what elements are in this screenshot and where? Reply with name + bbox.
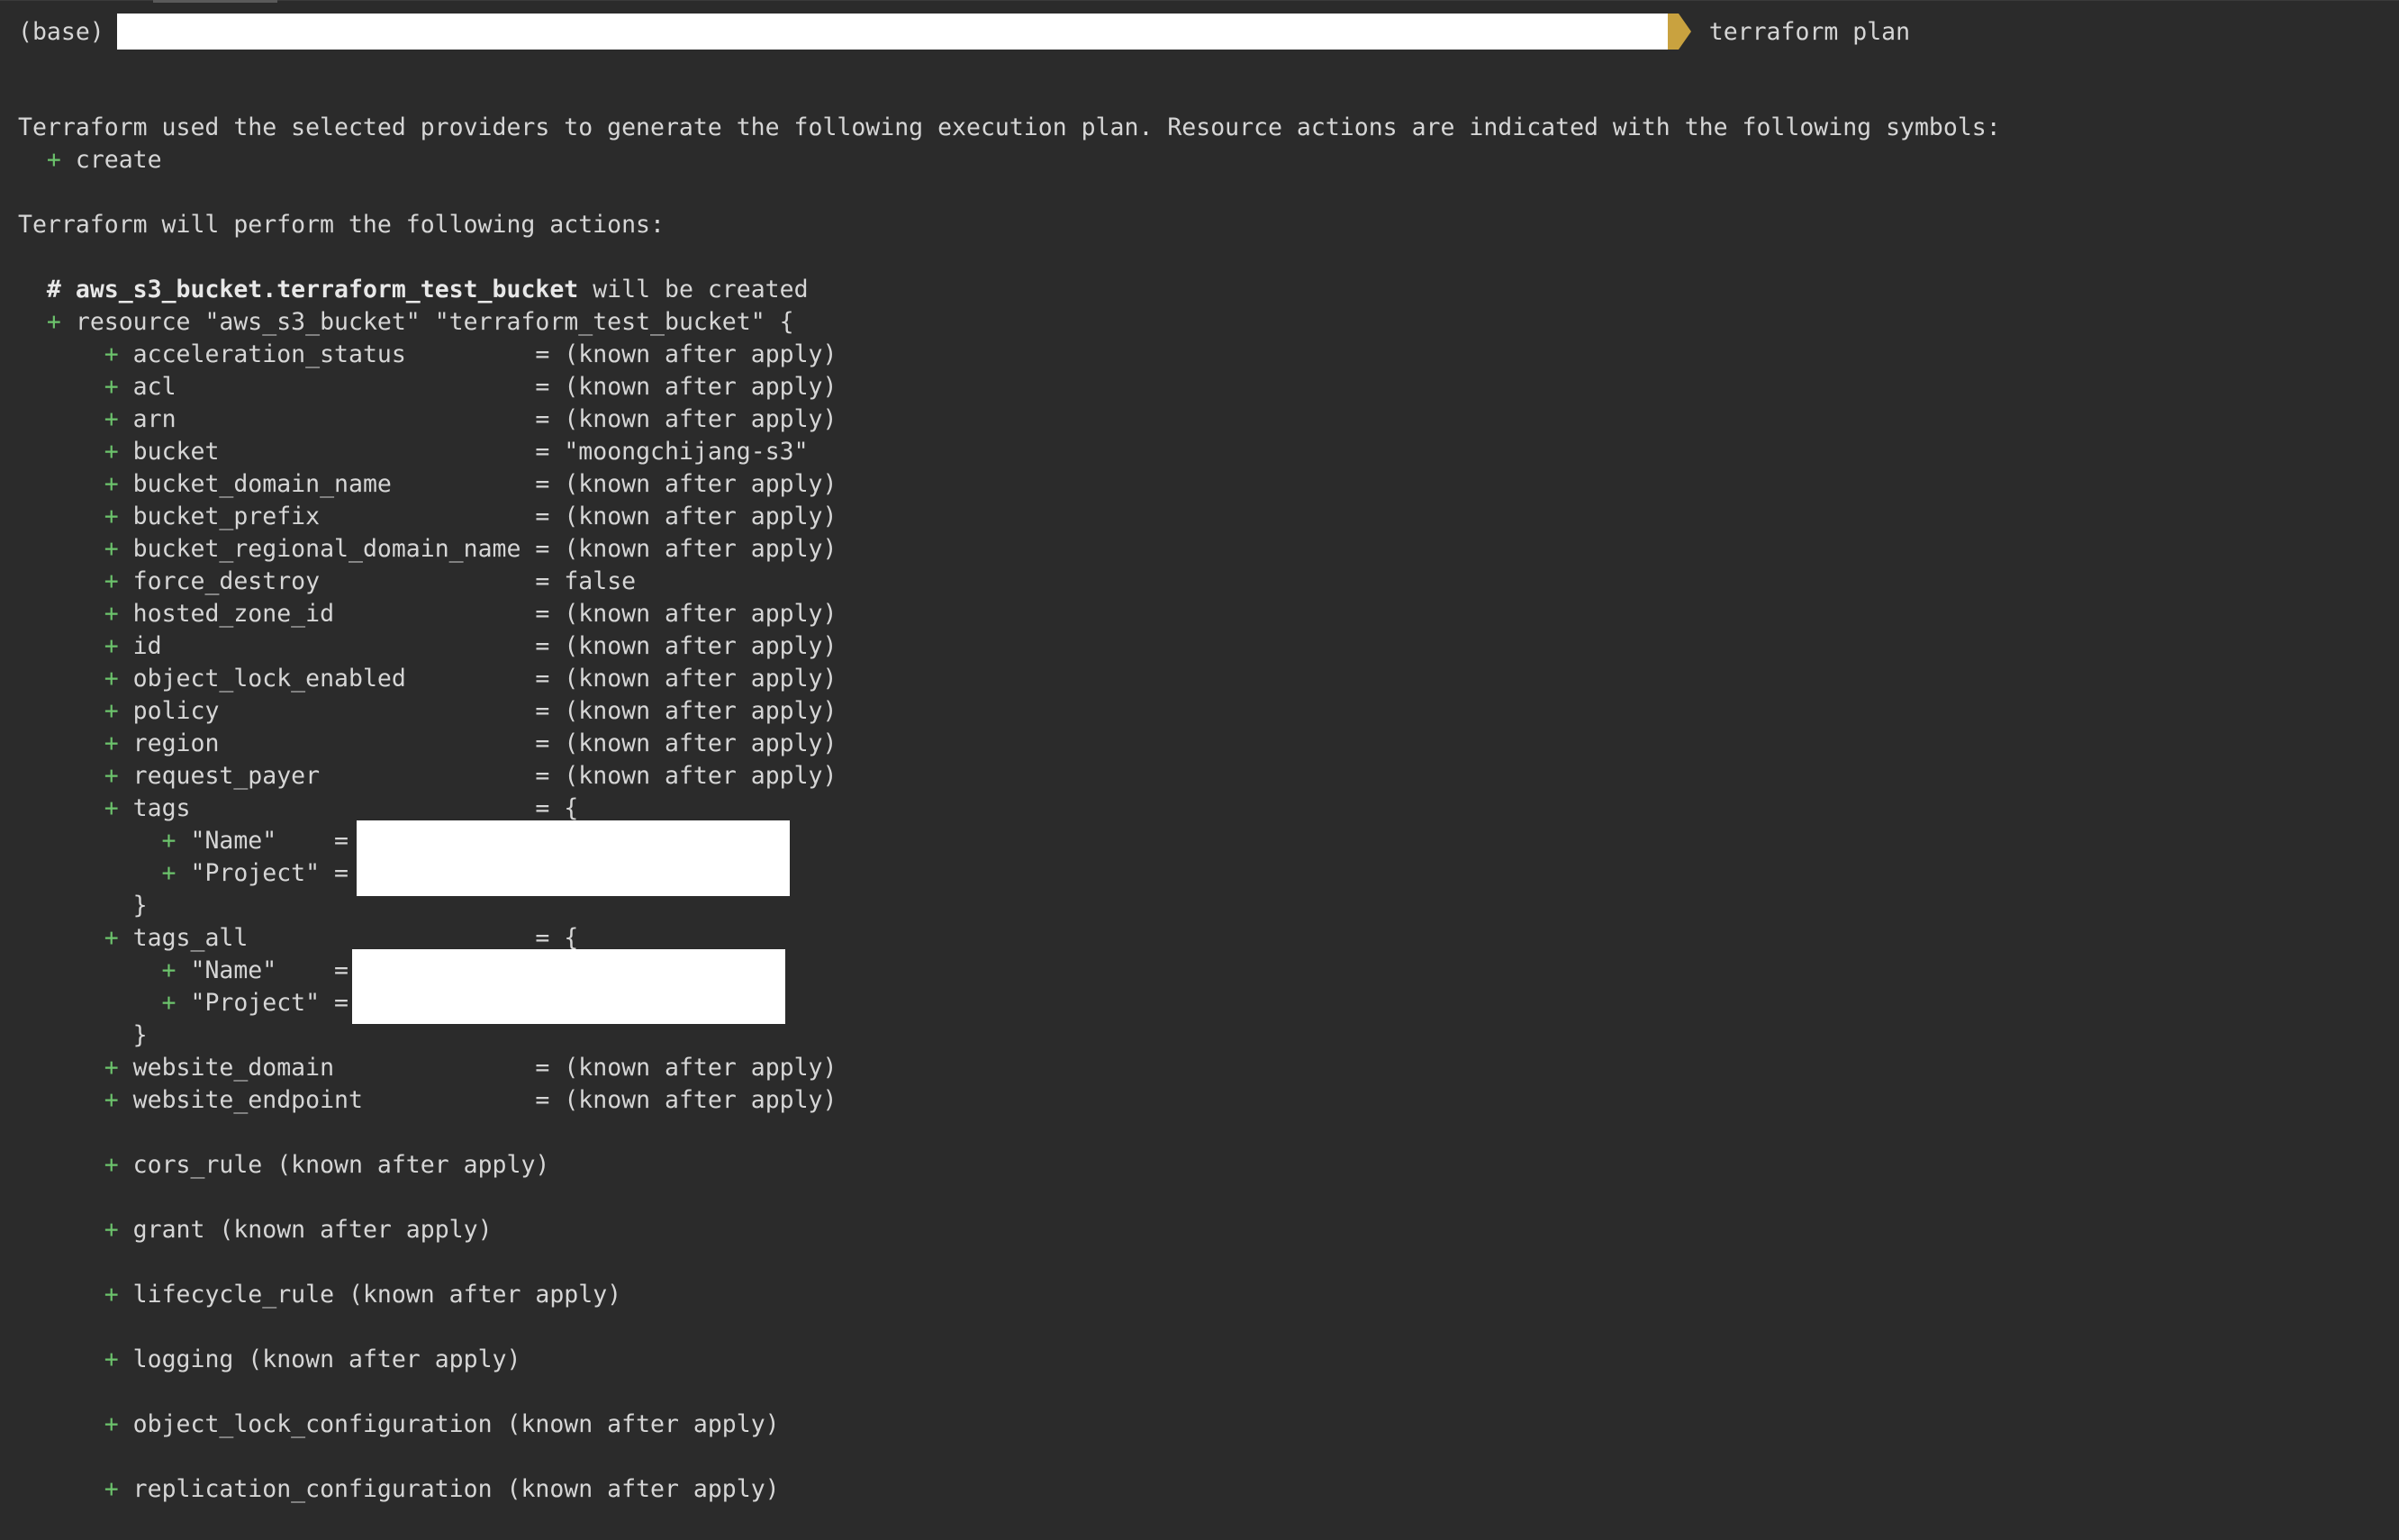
plus-symbol: + <box>104 567 119 595</box>
plan-output: Terraform used the selected providers to… <box>18 112 2001 1506</box>
legend-line: + create <box>46 146 162 174</box>
shell-prompt: (base) terraform plan <box>18 13 1910 50</box>
plus-symbol: + <box>104 924 119 952</box>
plus-symbol: + <box>161 827 177 855</box>
plus-symbol: + <box>161 989 177 1017</box>
redacted-tags-all-values <box>352 949 785 1024</box>
plus-symbol: + <box>104 340 119 368</box>
tag-entry: + "Name" = <box>161 827 349 855</box>
top-border <box>0 0 2399 1</box>
tag-entry: + "Project" = <box>161 989 349 1017</box>
resource-comment: # aws_s3_bucket.terraform_test_bucket wi… <box>46 276 809 303</box>
attribute-line: + bucket_domain_name = (known after appl… <box>104 470 837 498</box>
attribute-line: + website_domain = (known after apply) <box>104 1054 837 1082</box>
nested-block-line: + logging (known after apply) <box>104 1345 521 1373</box>
attribute-line: + website_endpoint = (known after apply) <box>104 1086 837 1114</box>
tag-entry: + "Project" = <box>161 859 349 887</box>
nested-block-line: + replication_configuration (known after… <box>104 1475 780 1503</box>
active-tab-indicator[interactable] <box>153 0 277 3</box>
redacted-tags-values <box>357 820 790 896</box>
attribute-line: + bucket_regional_domain_name = (known a… <box>104 535 837 563</box>
plus-symbol: + <box>104 665 119 693</box>
intro-line: Terraform used the selected providers to… <box>18 113 2001 141</box>
plus-symbol: + <box>104 762 119 790</box>
attribute-line: + acl = (known after apply) <box>104 373 837 401</box>
plus-symbol: + <box>104 438 119 466</box>
plus-symbol: + <box>104 1054 119 1082</box>
plus-symbol: + <box>104 535 119 563</box>
redacted-path-segment <box>116 14 1668 50</box>
plus-symbol: + <box>104 1216 119 1244</box>
tags-all-line: + tags_all = { <box>104 924 579 952</box>
plus-symbol: + <box>161 956 177 984</box>
plus-symbol: + <box>104 1151 119 1179</box>
attribute-line: + request_payer = (known after apply) <box>104 762 837 790</box>
tag-entry: + "Name" = <box>161 956 349 984</box>
tag-close: } <box>132 892 148 919</box>
plus-symbol: + <box>104 503 119 530</box>
plus-symbol: + <box>104 373 119 401</box>
tags-line: + tags = { <box>104 794 579 822</box>
plus-symbol: + <box>104 470 119 498</box>
attribute-line: + arn = (known after apply) <box>104 405 837 433</box>
attribute-line: + policy = (known after apply) <box>104 697 837 725</box>
plus-symbol: + <box>104 600 119 628</box>
prompt-segment-cap <box>1667 14 1679 50</box>
nested-block-line: + lifecycle_rule (known after apply) <box>104 1281 622 1309</box>
plus-symbol: + <box>104 632 119 660</box>
tag-close: } <box>132 1021 148 1049</box>
plus-symbol: + <box>104 729 119 757</box>
plus-symbol: + <box>46 308 61 336</box>
attribute-line: + region = (known after apply) <box>104 729 837 757</box>
attribute-line: + acceleration_status = (known after app… <box>104 340 837 368</box>
attribute-line: + id = (known after apply) <box>104 632 837 660</box>
plus-symbol: + <box>104 1086 119 1114</box>
plus-symbol: + <box>161 859 177 887</box>
attribute-line: + hosted_zone_id = (known after apply) <box>104 600 837 628</box>
nested-block-line: + cors_rule (known after apply) <box>104 1151 550 1179</box>
plus-symbol: + <box>46 146 61 174</box>
terminal-window[interactable]: (base) terraform plan Terraform used the… <box>0 0 2399 1540</box>
plus-symbol: + <box>104 794 119 822</box>
plus-symbol: + <box>104 405 119 433</box>
plus-symbol: + <box>104 1281 119 1309</box>
plus-symbol: + <box>104 1410 119 1438</box>
plus-symbol: + <box>104 697 119 725</box>
attribute-line: + bucket = "moongchijang-s3" <box>104 438 809 466</box>
conda-env-label: (base) <box>18 17 104 46</box>
actions-heading: Terraform will perform the following act… <box>18 211 665 239</box>
attribute-line: + bucket_prefix = (known after apply) <box>104 503 837 530</box>
nested-block-line: + object_lock_configuration (known after… <box>104 1410 780 1438</box>
attribute-line: + force_destroy = false <box>104 567 637 595</box>
resource-declaration: + resource "aws_s3_bucket" "terraform_te… <box>46 308 794 336</box>
prompt-arrow-icon <box>1678 14 1691 50</box>
attribute-line: + object_lock_enabled = (known after app… <box>104 665 837 693</box>
nested-block-line: + grant (known after apply) <box>104 1216 493 1244</box>
command-text: terraform plan <box>1708 17 1911 46</box>
plus-symbol: + <box>104 1475 119 1503</box>
plus-symbol: + <box>104 1345 119 1373</box>
